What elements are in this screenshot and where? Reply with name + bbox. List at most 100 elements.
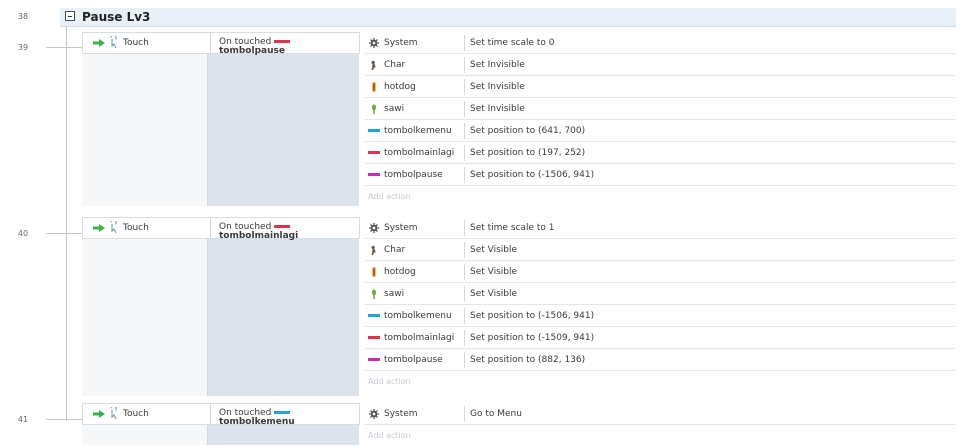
- sawi-icon: [371, 289, 377, 299]
- action-row[interactable]: sawi Set Visible: [364, 283, 956, 305]
- line-number: 41: [17, 415, 29, 424]
- add-action-link[interactable]: Add action: [368, 192, 411, 201]
- action-row[interactable]: tombolkemenu Set position to (641, 700): [364, 120, 956, 142]
- action-object-name: System: [384, 223, 418, 233]
- action-object-name: sawi: [384, 104, 405, 114]
- add-action-row[interactable]: Add action: [364, 186, 956, 208]
- action-text: Go to Menu: [470, 409, 522, 419]
- arrow-right-icon: [93, 410, 105, 418]
- add-action-row[interactable]: Add action: [364, 371, 956, 393]
- action-row[interactable]: tombolmainlagi Set position to (-1509, 9…: [364, 327, 956, 349]
- action-object-name: hotdog: [384, 267, 416, 277]
- menu-bar-icon: [274, 411, 291, 414]
- column-divider: [464, 167, 465, 183]
- action-object-name: tombolkemenu: [384, 126, 452, 136]
- arrow-right-icon: [93, 39, 105, 47]
- column-divider: [464, 242, 465, 258]
- line-number: 40: [17, 229, 29, 238]
- column-divider: [464, 286, 465, 302]
- touch-icon: [110, 36, 117, 48]
- action-object-name: tombolpause: [384, 355, 443, 365]
- mainlagi-bar-icon: [368, 151, 380, 154]
- event-block[interactable]: [82, 32, 359, 206]
- gear-icon: [369, 38, 379, 48]
- tree-branch: [46, 419, 82, 420]
- menu-bar-icon: [368, 314, 380, 317]
- action-row[interactable]: sawi Set Invisible: [364, 98, 956, 120]
- action-object-name: System: [384, 38, 418, 48]
- action-row[interactable]: System Go to Menu: [364, 403, 956, 425]
- group-title: Pause Lv3: [82, 10, 151, 24]
- collapse-toggle-icon[interactable]: [65, 11, 75, 21]
- condition-text: On touched tombolkemenu: [219, 408, 295, 427]
- action-row[interactable]: Char Set Invisible: [364, 54, 956, 76]
- column-divider: [464, 101, 465, 117]
- action-object-name: Char: [384, 245, 406, 255]
- mainlagi-bar-icon: [368, 336, 380, 339]
- pause-bar-icon: [368, 358, 380, 361]
- hotdog-icon: [372, 267, 376, 277]
- event-subevent-area[interactable]: [82, 239, 208, 396]
- condition-object: tombolkemenu: [219, 417, 295, 427]
- condition-cell[interactable]: On touched tombolpause: [210, 33, 361, 56]
- event-subevent-area[interactable]: [82, 425, 208, 445]
- action-object-name: tombolpause: [384, 170, 443, 180]
- column-divider: [464, 330, 465, 346]
- condition-row[interactable]: Touch On touched tombolmainlagi: [82, 217, 361, 241]
- action-object-name: tombolkemenu: [384, 311, 452, 321]
- action-row[interactable]: hotdog Set Visible: [364, 261, 956, 283]
- action-text: Set Invisible: [470, 104, 525, 114]
- action-row[interactable]: tombolpause Set position to (882, 136): [364, 349, 956, 371]
- touch-icon: [110, 221, 117, 233]
- add-action-link[interactable]: Add action: [368, 377, 411, 386]
- action-text: Set Invisible: [470, 82, 525, 92]
- action-text: Set position to (-1509, 941): [470, 333, 595, 343]
- add-action-link[interactable]: Add action: [368, 431, 411, 440]
- line-number: 38: [17, 12, 29, 21]
- arrow-right-icon: [93, 224, 105, 232]
- action-row[interactable]: Char Set Visible: [364, 239, 956, 261]
- event-subevent-area[interactable]: [82, 54, 208, 206]
- pause-bar-icon: [368, 173, 380, 176]
- column-divider: [464, 35, 465, 51]
- char-icon: [371, 245, 376, 255]
- menu-bar-icon: [368, 129, 380, 132]
- condition-row[interactable]: Touch On touched tombolpause: [82, 32, 361, 56]
- column-divider: [464, 79, 465, 95]
- tree-branch: [46, 233, 82, 234]
- action-row[interactable]: System Set time scale to 1: [364, 217, 956, 239]
- condition-cell[interactable]: On touched tombolmainlagi: [210, 218, 361, 241]
- action-object-name: hotdog: [384, 82, 416, 92]
- action-row[interactable]: System Set time scale to 0: [364, 32, 956, 54]
- column-divider: [464, 308, 465, 324]
- tree-line: [66, 26, 67, 421]
- column-divider: [464, 57, 465, 73]
- condition-text: On touched tombolmainlagi: [219, 222, 299, 241]
- add-action-row[interactable]: Add action: [364, 425, 956, 447]
- action-row[interactable]: hotdog Set Invisible: [364, 76, 956, 98]
- action-text: Set Visible: [470, 289, 518, 299]
- condition-cell[interactable]: On touched tombolkemenu: [210, 404, 361, 427]
- action-row[interactable]: tombolmainlagi Set position to (197, 252…: [364, 142, 956, 164]
- action-object-name: sawi: [384, 289, 405, 299]
- column-divider: [464, 220, 465, 236]
- event-group-header[interactable]: Pause Lv3: [60, 8, 956, 27]
- mainlagi-bar-icon: [274, 225, 291, 228]
- mainlagi-bar-icon: [274, 40, 291, 43]
- trigger-label: Touch: [123, 223, 149, 233]
- action-row[interactable]: tombolpause Set position to (-1506, 941): [364, 164, 956, 186]
- action-row[interactable]: tombolkemenu Set position to (-1506, 941…: [364, 305, 956, 327]
- column-divider: [464, 123, 465, 139]
- condition-row[interactable]: Touch On touched tombolkemenu: [82, 403, 361, 427]
- condition-object: tombolpause: [219, 46, 285, 56]
- tree-branch: [46, 47, 82, 48]
- sawi-icon: [371, 104, 377, 114]
- column-divider: [464, 145, 465, 161]
- trigger-label: Touch: [123, 409, 149, 419]
- action-object-name: System: [384, 409, 418, 419]
- event-block[interactable]: [82, 217, 359, 396]
- column-divider: [464, 406, 465, 422]
- char-icon: [371, 60, 376, 70]
- hotdog-icon: [372, 82, 376, 92]
- condition-object: tombolmainlagi: [219, 231, 299, 241]
